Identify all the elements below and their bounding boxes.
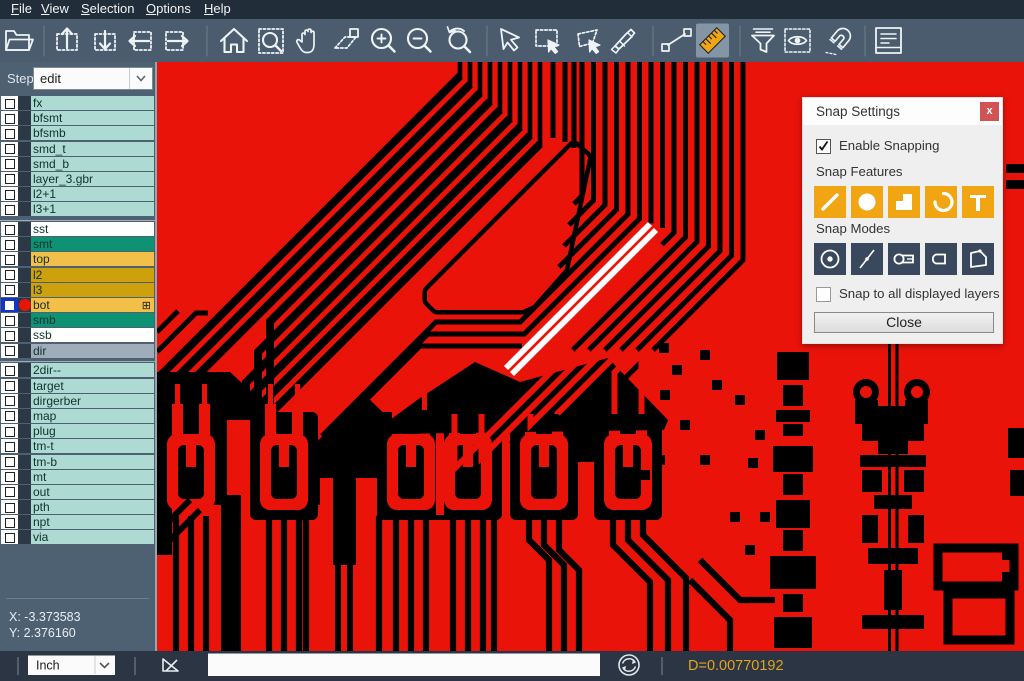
svg-text:Inch: Inch bbox=[36, 659, 60, 673]
svg-text:D=0.00770192: D=0.00770192 bbox=[688, 658, 784, 674]
